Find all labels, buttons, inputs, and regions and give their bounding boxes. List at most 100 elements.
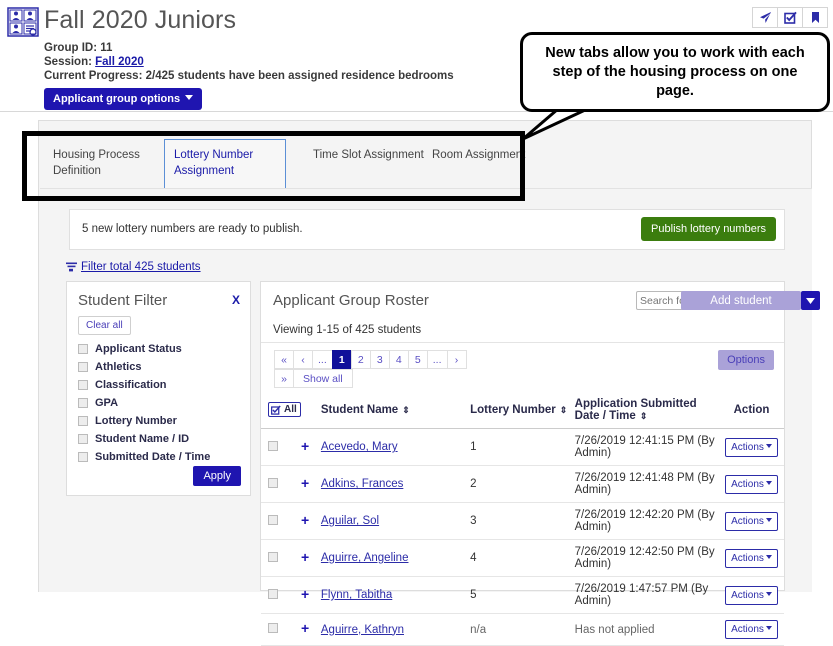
row-actions-button[interactable]: Actions (725, 586, 778, 605)
expand-plus-icon[interactable]: + (301, 549, 309, 565)
row-actions-label: Actions (731, 590, 764, 601)
clear-all-button[interactable]: Clear all (78, 316, 131, 335)
row-checkbox[interactable] (268, 515, 278, 525)
row-checkbox[interactable] (268, 589, 278, 599)
row-checkbox[interactable] (268, 441, 278, 451)
filter-option-applicant-status[interactable]: Applicant Status (78, 340, 210, 358)
checkbox-icon[interactable] (78, 398, 88, 408)
chevron-down-icon (766, 481, 772, 485)
student-name-link[interactable]: Acevedo, Mary (321, 441, 398, 453)
pagination-page-1[interactable]: 1 (332, 350, 352, 369)
filter-option-gpa[interactable]: GPA (78, 394, 210, 412)
filter-option-athletics[interactable]: Athletics (78, 358, 210, 376)
row-actions-button[interactable]: Actions (725, 549, 778, 568)
student-name-link[interactable]: Aguirre, Kathryn (321, 624, 404, 636)
bookmark-icon-button[interactable] (802, 7, 828, 28)
expand-plus-icon[interactable]: + (301, 438, 309, 454)
tab-housing-process-definition[interactable]: Housing Process Definition (45, 143, 150, 183)
tab-room-assignment[interactable]: Room Assignment (424, 143, 533, 167)
filter-option-label: Submitted Date / Time (95, 451, 210, 463)
filter-option-classification[interactable]: Classification (78, 376, 210, 394)
session-label: Session: Fall 2020 (44, 56, 144, 68)
pagination-page-4[interactable]: 4 (389, 350, 409, 369)
student-name-link[interactable]: Aguirre, Angeline (321, 552, 409, 564)
row-submitted-cell: Has not applied (575, 614, 719, 646)
header-icon-group (753, 7, 828, 28)
roster-options-button[interactable]: Options (718, 350, 774, 370)
checkbox-icon[interactable] (78, 452, 88, 462)
checkbox-icon[interactable] (78, 380, 88, 390)
column-lottery-number[interactable]: Lottery Number⇕ (470, 394, 575, 429)
student-filter-title: Student Filter (78, 292, 167, 309)
sort-icon[interactable]: ⇕ (402, 406, 410, 415)
paper-plane-icon-button[interactable] (752, 7, 778, 28)
pagination-page-5[interactable]: 5 (408, 350, 428, 369)
divider (261, 342, 784, 343)
student-name-link[interactable]: Adkins, Frances (321, 478, 403, 490)
filter-option-student-name-id[interactable]: Student Name / ID (78, 430, 210, 448)
row-lottery-number-cell: n/a (470, 614, 575, 646)
table-row: +Aguilar, Sol37/26/2019 12:42:20 PM (By … (261, 503, 784, 540)
applicant-group-options-button[interactable]: Applicant group options (44, 88, 202, 110)
lottery-number-value: 5 (470, 589, 476, 601)
table-row: + Flynn, Tabitha 5 7/26/2019 1:47:57 PM (By… (261, 577, 784, 614)
publish-lottery-numbers-button[interactable]: Publish lottery numbers (641, 217, 776, 241)
select-all-checkbox[interactable]: All (268, 402, 301, 417)
sort-icon[interactable]: ⇕ (560, 406, 568, 415)
filter-total-students-link[interactable]: Filter total 425 students (66, 261, 201, 273)
row-action-cell: Actions (719, 503, 784, 540)
session-link[interactable]: Fall 2020 (95, 56, 144, 68)
table-row: +Acevedo, Mary17/26/2019 12:41:15 PM (By… (261, 429, 784, 466)
pagination-first[interactable]: « (274, 350, 294, 369)
student-name-link[interactable]: Aguilar, Sol (321, 515, 379, 527)
row-actions-label: Actions (731, 553, 764, 564)
pagination-page-3[interactable]: 3 (370, 350, 390, 369)
expand-plus-icon[interactable]: + (301, 620, 309, 636)
sort-icon[interactable]: ⇕ (640, 412, 648, 421)
row-checkbox[interactable] (268, 552, 278, 562)
pagination-next[interactable]: › (447, 350, 467, 369)
add-student-button[interactable]: Add student (681, 291, 801, 310)
page-title: Fall 2020 Juniors (44, 6, 236, 35)
checkbox-check-icon-button[interactable] (777, 7, 803, 28)
submitted-value: 7/26/2019 1:47:57 PM (By Admin) (575, 583, 709, 607)
expand-plus-icon[interactable]: + (301, 586, 309, 602)
pagination-show-all[interactable]: Show all (293, 369, 353, 388)
submitted-value: 7/26/2019 12:41:48 PM (By Admin) (575, 472, 715, 496)
student-name-link[interactable]: Flynn, Tabitha (321, 589, 392, 601)
row-lottery-number-cell: 3 (470, 503, 575, 540)
checkbox-icon[interactable] (78, 344, 88, 354)
checkbox-icon[interactable] (78, 416, 88, 426)
apply-filter-button[interactable]: Apply (193, 466, 241, 486)
paper-plane-icon (759, 11, 772, 24)
expand-plus-icon[interactable]: + (301, 475, 309, 491)
column-student-name[interactable]: Student Name⇕ (321, 394, 470, 429)
chevron-down-icon (766, 626, 772, 630)
close-icon[interactable]: X (232, 293, 240, 307)
row-student-name-cell: Aguirre, Kathryn (321, 614, 470, 646)
row-actions-button[interactable]: Actions (725, 475, 778, 494)
row-actions-button[interactable]: Actions (725, 512, 778, 531)
expand-plus-icon[interactable]: + (301, 512, 309, 528)
current-progress-label: Current Progress: 2/425 students have be… (44, 70, 454, 82)
annotation-callout-text: New tabs allow you to work with each ste… (533, 44, 817, 101)
row-checkbox[interactable] (268, 478, 278, 488)
student-filter-options: Applicant Status Athletics Classificatio… (78, 340, 210, 466)
row-select-cell (261, 503, 301, 540)
column-application-submitted[interactable]: Application Submitted Date / Time⇕ (575, 394, 719, 429)
row-submitted-cell: 7/26/2019 12:42:50 PM (By Admin) (575, 540, 719, 577)
checkbox-icon[interactable] (78, 362, 88, 372)
pagination-prev[interactable]: ‹ (293, 350, 313, 369)
filter-option-submitted-date-time[interactable]: Submitted Date / Time (78, 448, 210, 466)
chevron-down-icon (806, 298, 815, 304)
tab-lottery-number-assignment[interactable]: Lottery Number Assignment (164, 139, 286, 189)
pagination-page-2[interactable]: 2 (351, 350, 371, 369)
checkbox-icon[interactable] (78, 434, 88, 444)
filter-option-lottery-number[interactable]: Lottery Number (78, 412, 210, 430)
row-checkbox[interactable] (268, 623, 278, 633)
add-student-dropdown-button[interactable] (801, 291, 820, 310)
row-actions-button[interactable]: Actions (725, 438, 778, 457)
pagination-last[interactable]: » (274, 369, 294, 388)
row-actions-button[interactable]: Actions (725, 620, 778, 639)
tab-time-slot-assignment[interactable]: Time Slot Assignment (305, 143, 432, 167)
